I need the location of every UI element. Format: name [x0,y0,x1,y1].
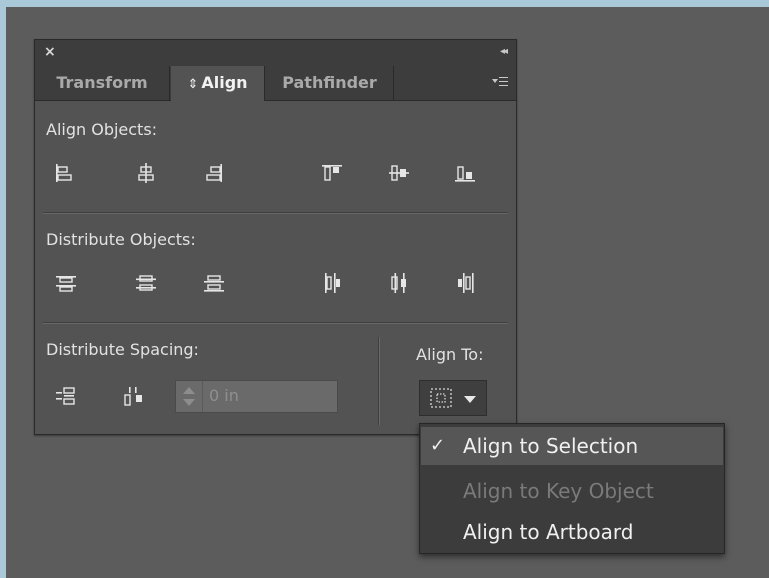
vertical-align-center-icon[interactable] [386,160,412,186]
vertical-divider [378,337,380,425]
flyout-menu-icon[interactable] [492,75,508,89]
section-divider [43,322,508,324]
horizontal-distribute-center-icon[interactable] [386,270,412,296]
align-to-dropdown-button[interactable] [419,380,487,416]
horizontal-align-left-icon[interactable] [51,160,77,186]
close-icon[interactable]: × [44,43,56,61]
distribute-spacing-label: Distribute Spacing: [46,340,199,359]
menu-item-label: Align to Selection [463,434,639,458]
tab-transform[interactable]: Transform [35,66,170,100]
vertical-align-top-icon[interactable] [319,160,345,186]
panel-tab-bar: Transform ⇕ Align Pathfinder [35,66,516,101]
menu-item-align-to-key-object: Align to Key Object [421,472,723,510]
section-divider [43,212,508,214]
tab-pathfinder[interactable]: Pathfinder [266,66,394,100]
menu-item-align-to-selection[interactable]: ✓ Align to Selection [421,427,723,465]
check-icon: ✓ [430,435,446,456]
horizontal-distribute-right-icon[interactable] [452,270,478,296]
menu-item-label: Align to Key Object [463,479,654,503]
spacing-value-stepper[interactable]: 0 in [175,380,338,413]
vertical-align-bottom-icon[interactable] [452,160,478,186]
align-objects-label: Align Objects: [46,120,158,139]
align-to-menu: ✓ Align to Selection Align to Key Object… [419,423,725,554]
vertical-distribute-space-icon[interactable] [53,384,79,410]
tab-align[interactable]: ⇕ Align [171,66,265,101]
chevron-down-icon [464,396,476,403]
align-panel: × ◂◂ Transform ⇕ Align Pathfinder Align O… [34,39,517,435]
align-to-selection-icon [429,387,453,409]
tab-options-icon: ⇕ [187,77,199,92]
horizontal-align-center-icon[interactable] [133,160,159,186]
tab-align-label: Align [201,73,248,92]
horizontal-align-right-icon[interactable] [201,160,227,186]
vertical-distribute-center-icon[interactable] [133,270,159,296]
menu-item-align-to-artboard[interactable]: Align to Artboard [421,513,723,551]
stepper-up-icon[interactable] [183,387,195,394]
vertical-distribute-bottom-icon[interactable] [201,270,227,296]
panel-titlebar[interactable]: × ◂◂ [35,40,516,67]
stepper-arrows[interactable] [176,381,203,412]
vertical-distribute-top-icon[interactable] [53,270,79,296]
spacing-value[interactable]: 0 in [209,386,239,405]
stepper-down-icon[interactable] [183,399,195,406]
horizontal-distribute-left-icon[interactable] [319,270,345,296]
menu-item-label: Align to Artboard [463,520,634,544]
horizontal-distribute-space-icon[interactable] [121,384,147,410]
align-to-label: Align To: [416,345,484,364]
distribute-objects-label: Distribute Objects: [46,230,196,249]
collapse-icon[interactable]: ◂◂ [500,44,508,60]
